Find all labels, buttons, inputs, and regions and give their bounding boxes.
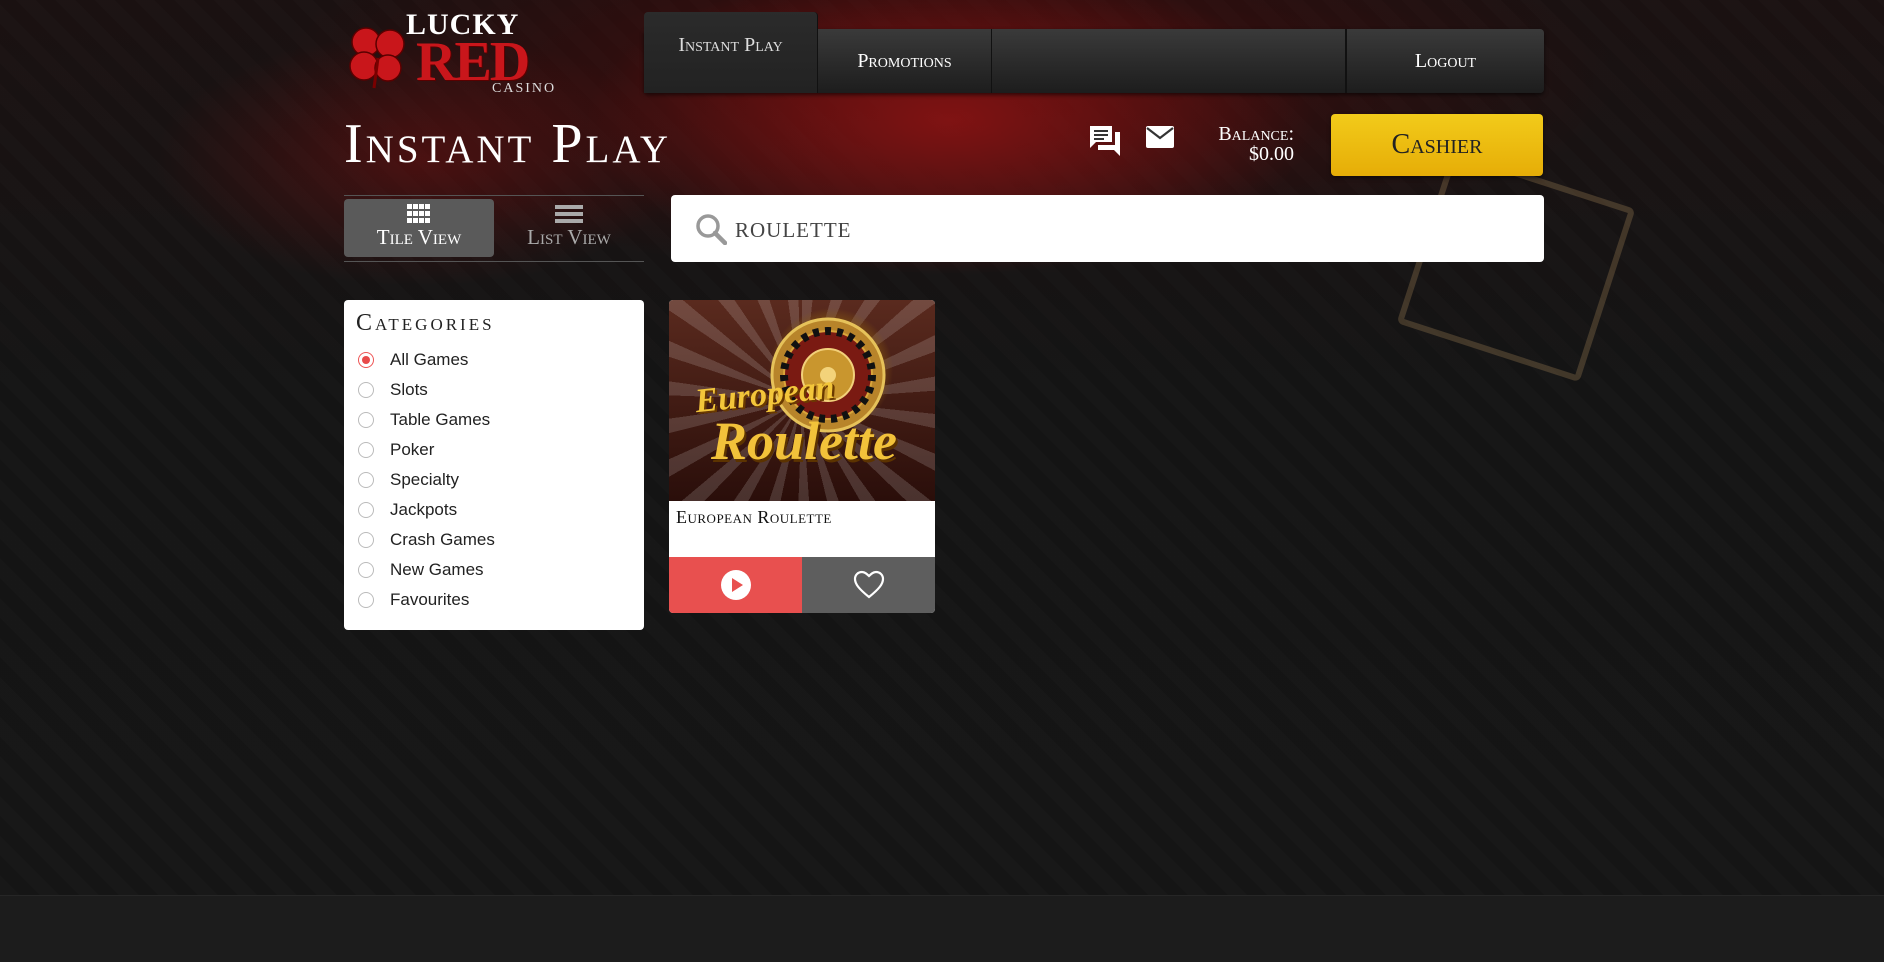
category-poker[interactable]: Poker	[356, 435, 632, 465]
play-button[interactable]	[669, 557, 802, 613]
game-art-title-2: Roulette	[711, 411, 897, 471]
category-label: Poker	[390, 440, 435, 459]
category-new-games[interactable]: New Games	[356, 555, 632, 585]
balance-display: Balance: $0.00	[1198, 124, 1294, 164]
radio-button[interactable]	[358, 502, 374, 518]
category-label: Slots	[390, 380, 428, 399]
category-label: Crash Games	[390, 530, 495, 549]
radio-button[interactable]	[358, 532, 374, 548]
category-favourites[interactable]: Favourites	[356, 585, 632, 615]
cashier-button[interactable]: Cashier	[1331, 114, 1543, 176]
favourite-button[interactable]	[802, 557, 935, 613]
search-icon	[696, 214, 727, 245]
tile-view-label: Tile View	[376, 225, 462, 249]
radio-button[interactable]	[358, 442, 374, 458]
category-label: Favourites	[390, 590, 470, 609]
balance-label: Balance:	[1218, 123, 1294, 145]
main-nav: Instant Play Promotions Logout	[644, 12, 1544, 93]
nav-spacer	[992, 29, 1346, 93]
view-switch: Tile View List View	[344, 195, 644, 262]
list-icon	[555, 205, 583, 223]
page-background	[0, 0, 1884, 895]
balance-value: $0.00	[1249, 143, 1294, 165]
category-specialty[interactable]: Specialty	[356, 465, 632, 495]
background-decoration	[1396, 149, 1636, 383]
mail-icon[interactable]	[1146, 126, 1174, 148]
radio-button[interactable]	[358, 562, 374, 578]
heart-icon	[853, 570, 884, 599]
category-slots[interactable]: Slots	[356, 375, 632, 405]
search-bar	[671, 195, 1544, 262]
logo-text-casino: CASINO	[492, 81, 557, 96]
category-label: Specialty	[390, 470, 459, 489]
tile-view-button[interactable]: Tile View	[344, 199, 494, 257]
clover-logo-icon	[349, 27, 405, 89]
site-logo[interactable]: LUCKY RED CASINO	[344, 8, 564, 98]
page-title: Instant Play	[344, 113, 672, 175]
play-icon	[720, 570, 751, 600]
categories-title: Categories	[356, 310, 495, 336]
nav-item-instant-play[interactable]: Instant Play	[644, 12, 818, 93]
search-input[interactable]	[733, 209, 1517, 251]
category-table-games[interactable]: Table Games	[356, 405, 632, 435]
radio-button[interactable]	[358, 412, 374, 428]
list-view-label: List View	[527, 225, 611, 249]
nav-item-logout[interactable]: Logout	[1346, 29, 1544, 93]
chat-icon[interactable]	[1088, 124, 1122, 158]
category-label: New Games	[390, 560, 484, 579]
game-thumbnail[interactable]: European Roulette	[669, 300, 935, 501]
nav-item-promotions[interactable]: Promotions	[818, 29, 992, 93]
radio-button[interactable]	[358, 592, 374, 608]
category-label: Jackpots	[390, 500, 458, 519]
grid-icon	[407, 204, 430, 223]
radio-button[interactable]	[358, 382, 374, 398]
category-all-games[interactable]: All Games	[356, 345, 632, 375]
category-crash-games[interactable]: Crash Games	[356, 525, 632, 555]
game-tile: European Roulette European Roulette	[669, 300, 935, 613]
list-view-button[interactable]: List View	[494, 199, 644, 257]
footer-bar	[0, 895, 1884, 962]
radio-button[interactable]	[358, 352, 374, 368]
game-name: European Roulette	[676, 507, 832, 527]
radio-button[interactable]	[358, 472, 374, 488]
category-jackpots[interactable]: Jackpots	[356, 495, 632, 525]
category-label: Table Games	[390, 410, 491, 429]
categories-panel: Categories All Games Slots Table Games P…	[344, 300, 644, 630]
category-label: All Games	[390, 350, 469, 369]
